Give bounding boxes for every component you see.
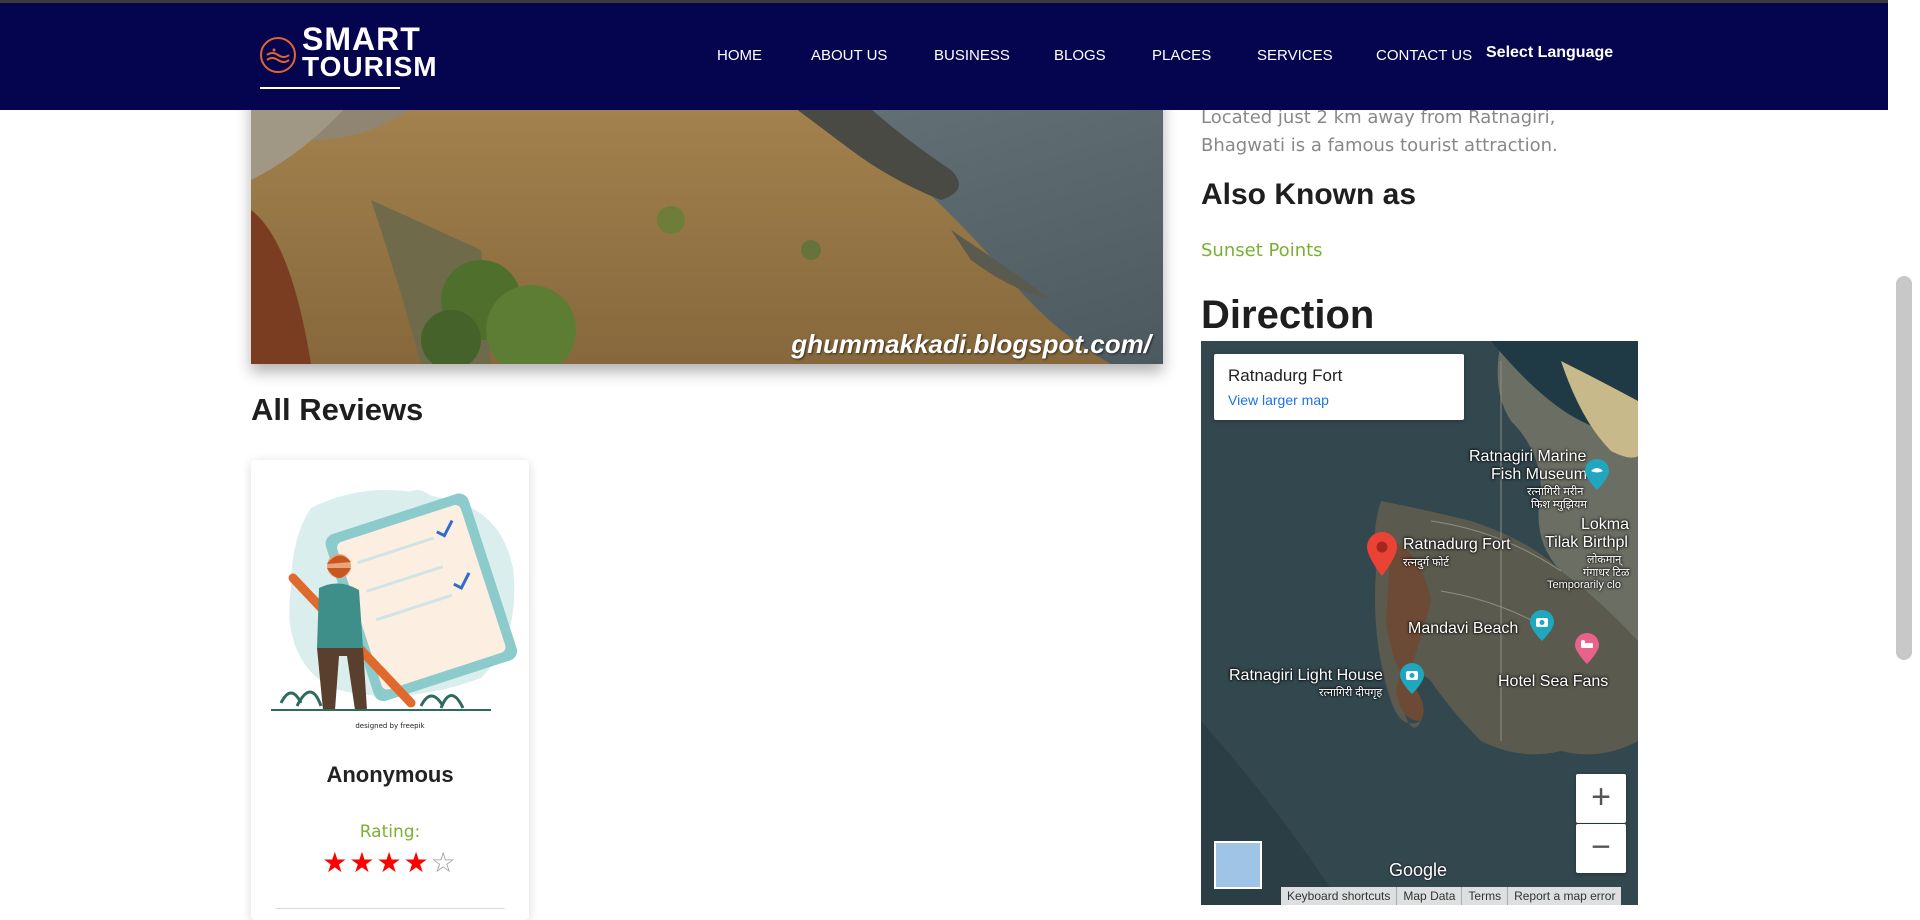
also-known-heading: Also Known as [1201, 178, 1417, 211]
star-filled-icon: ★ [403, 846, 431, 879]
google-logo: Google [1389, 860, 1448, 880]
logo-underline [260, 87, 400, 89]
all-reviews-heading: All Reviews [251, 392, 424, 427]
map-place-card: Ratnadurg Fort View larger map [1214, 354, 1464, 420]
beach-camera-pin-icon[interactable] [1529, 610, 1555, 642]
star-filled-icon: ★ [349, 846, 377, 879]
logo-line1: SMART [302, 21, 421, 57]
map-footer-links: Keyboard shortcuts Map Data Terms Report… [1281, 887, 1622, 905]
nav-home[interactable]: HOME [717, 47, 762, 64]
rating-label: Rating: [359, 822, 421, 842]
place-description: Located just 2 km away from Ratnagiri, B… [1201, 107, 1558, 156]
map-label-lokmanya: Lokma [1581, 516, 1630, 533]
nav-about-us[interactable]: ABOUT US [811, 47, 887, 64]
logo-text: SMART TOURISM [302, 21, 438, 82]
map-zoom-out-button[interactable]: − [1576, 824, 1626, 873]
hero-image: ghummakkadi.blogspot.com/ [251, 90, 1163, 364]
view-larger-map-link[interactable]: View larger map [1228, 392, 1329, 408]
site-logo[interactable]: SMART TOURISM [256, 23, 437, 91]
hero-landscape-illustration [251, 90, 1163, 364]
map-data-link[interactable]: Map Data [1396, 887, 1461, 905]
nav-places[interactable]: PLACES [1152, 47, 1211, 64]
lighthouse-camera-pin-icon[interactable] [1399, 663, 1425, 695]
map-label-hotel: Hotel Sea Fans [1498, 673, 1609, 690]
map-label-tilak: Tilak Birthpl [1545, 534, 1628, 551]
illustration-credit: designed by freepik [355, 722, 425, 730]
language-selector[interactable]: Select Language [1486, 44, 1613, 62]
direction-heading: Direction [1201, 293, 1375, 337]
map-label-fort: Ratnadurg Fort [1403, 536, 1511, 553]
page-scrollbar[interactable] [1896, 276, 1912, 660]
image-watermark: ghummakkadi.blogspot.com/ [791, 329, 1151, 359]
logo-sun-icon [260, 37, 296, 73]
map-label-fort-mr: रत्नदुर्ग फोर्ट [1403, 557, 1449, 569]
review-card: designed by freepik Anonymous Rating: ★★… [251, 460, 529, 920]
map-label-museum-mr2: फिश म्युझियम [1531, 499, 1587, 511]
embedded-map[interactable]: Ratnadurg Fort View larger map Ratnagiri… [1201, 341, 1638, 905]
map-zoom-in-button[interactable]: + [1576, 774, 1626, 823]
star-filled-icon: ★ [376, 846, 404, 879]
map-label-lighthouse-mr: रत्नागिरी दीपगृह [1319, 687, 1383, 699]
star-filled-icon: ★ [322, 846, 350, 879]
also-known-value: Sunset Points [1201, 240, 1323, 261]
nav-contact-us[interactable]: CONTACT US [1376, 47, 1472, 64]
report-map-error-link[interactable]: Report a map error [1507, 887, 1621, 905]
reviewer-name: Anonymous [326, 762, 454, 787]
nav-blogs[interactable]: BLOGS [1054, 47, 1106, 64]
star-rating: ★★★★☆ [251, 846, 529, 879]
map-label-tilak-mr2: गंगाधर टिळ [1583, 567, 1630, 579]
map-type-toggle[interactable] [1214, 841, 1262, 889]
nav-business[interactable]: BUSINESS [934, 47, 1010, 64]
map-place-title: Ratnadurg Fort [1228, 366, 1343, 385]
map-label-temp-closed: Temporarily clo [1547, 579, 1621, 591]
terms-link[interactable]: Terms [1461, 887, 1507, 905]
map-label-lighthouse: Ratnagiri Light House [1229, 667, 1383, 684]
museum-pin-icon[interactable] [1584, 459, 1610, 491]
map-label-beach: Mandavi Beach [1408, 620, 1519, 637]
star-empty-icon: ☆ [430, 846, 458, 879]
site-header: SMART TOURISM HOME ABOUT US BUSINESS BLO… [0, 3, 1888, 110]
logo-line2: TOURISM [302, 51, 438, 82]
map-label-museum-line2: Fish Museum [1491, 466, 1588, 483]
review-illustration [271, 489, 518, 711]
card-divider [275, 908, 505, 909]
hotel-pin-icon[interactable] [1574, 633, 1600, 665]
map-label-museum: Ratnagiri Marine [1469, 448, 1587, 465]
location-pin-icon[interactable] [1365, 531, 1399, 577]
keyboard-shortcuts-link[interactable]: Keyboard shortcuts [1281, 887, 1396, 905]
nav-services[interactable]: SERVICES [1257, 47, 1333, 64]
